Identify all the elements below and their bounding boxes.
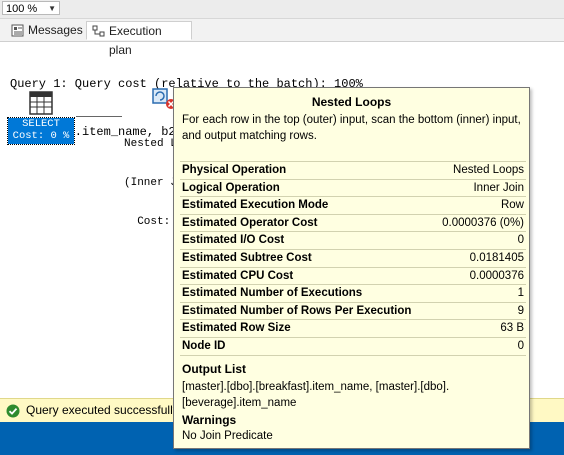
property-label: Estimated Subtree Cost (182, 251, 312, 264)
property-row: Estimated Operator Cost 0.0000376 (0%) (180, 215, 526, 233)
status-text: Query executed successfully. (26, 403, 182, 417)
property-value: 0.0000376 (469, 269, 524, 282)
property-value: 9 (517, 304, 524, 317)
plan-connector-line (76, 116, 122, 117)
property-row: Estimated Row Size 63 B (180, 320, 526, 338)
property-row: Estimated CPU Cost 0.0000376 (180, 268, 526, 286)
tab-messages[interactable]: Messages (6, 21, 84, 40)
messages-icon (11, 24, 24, 37)
property-row: Estimated Subtree Cost 0.0181405 (180, 250, 526, 268)
warnings-text: No Join Predicate (182, 430, 273, 442)
select-node-cost: Cost: 0 % (12, 130, 70, 142)
property-value: 1 (517, 287, 524, 300)
zoom-dropdown[interactable]: 100 % ▼ (2, 1, 60, 15)
success-check-icon (6, 404, 20, 418)
tab-messages-label: Messages (28, 23, 83, 37)
results-tabs: Messages Execution plan (0, 19, 564, 57)
property-label: Estimated Number of Rows Per Execution (182, 304, 412, 317)
property-label: Estimated Number of Executions (182, 287, 363, 300)
warnings-heading: Warnings (182, 413, 237, 427)
property-value: Row (500, 199, 524, 212)
select-node-label: SELECT Cost: 0 % (7, 117, 75, 145)
property-value: 0 (517, 339, 524, 352)
select-node-name: SELECT (22, 118, 60, 130)
property-value: Inner Join (473, 181, 524, 194)
execution-plan-icon (92, 25, 105, 37)
property-label: Estimated CPU Cost (182, 269, 294, 282)
property-row: Node ID 0 (180, 338, 526, 356)
output-list-text: [master].[dbo].[breakfast].item_name, [m… (182, 381, 450, 409)
property-value: 63 B (500, 322, 524, 335)
operator-tooltip: Nested Loops For each row in the top (ou… (173, 87, 530, 449)
chevron-down-icon: ▼ (48, 4, 56, 13)
select-operator-node[interactable]: SELECT Cost: 0 % (6, 88, 76, 148)
property-row: Estimated Execution Mode Row (180, 197, 526, 215)
zoom-value: 100 % (6, 3, 38, 15)
property-label: Estimated Execution Mode (182, 199, 329, 212)
tooltip-properties: Physical Operation Nested Loops Logical … (180, 161, 526, 356)
nested-loops-cost-label: Cost: (137, 216, 177, 228)
select-operator-icon (29, 91, 53, 115)
property-label: Node ID (182, 339, 226, 352)
property-row: Estimated Number of Executions 1 (180, 285, 526, 303)
property-row: Estimated Number of Rows Per Execution 9 (180, 303, 526, 321)
tooltip-description: For each row in the top (outer) input, s… (182, 114, 521, 142)
property-label: Physical Operation (182, 164, 287, 176)
property-value: Nested Loops (453, 164, 524, 176)
output-list-heading: Output List (182, 362, 246, 376)
property-row: Physical Operation Nested Loops (180, 162, 526, 180)
tooltip-title: Nested Loops (311, 95, 392, 109)
property-row: Estimated I/O Cost 0 (180, 232, 526, 250)
property-label: Logical Operation (182, 181, 280, 194)
property-value: 0.0000376 (0%) (442, 216, 524, 229)
zoom-toolbar: 100 % ▼ (0, 0, 564, 19)
property-label: Estimated I/O Cost (182, 234, 285, 247)
property-label: Estimated Operator Cost (182, 216, 318, 229)
property-value: 0 (517, 234, 524, 247)
property-row: Logical Operation Inner Join (180, 180, 526, 198)
property-value: 0.0181405 (469, 251, 524, 264)
property-label: Estimated Row Size (182, 322, 291, 335)
tab-execution-plan[interactable]: Execution plan (86, 21, 192, 57)
